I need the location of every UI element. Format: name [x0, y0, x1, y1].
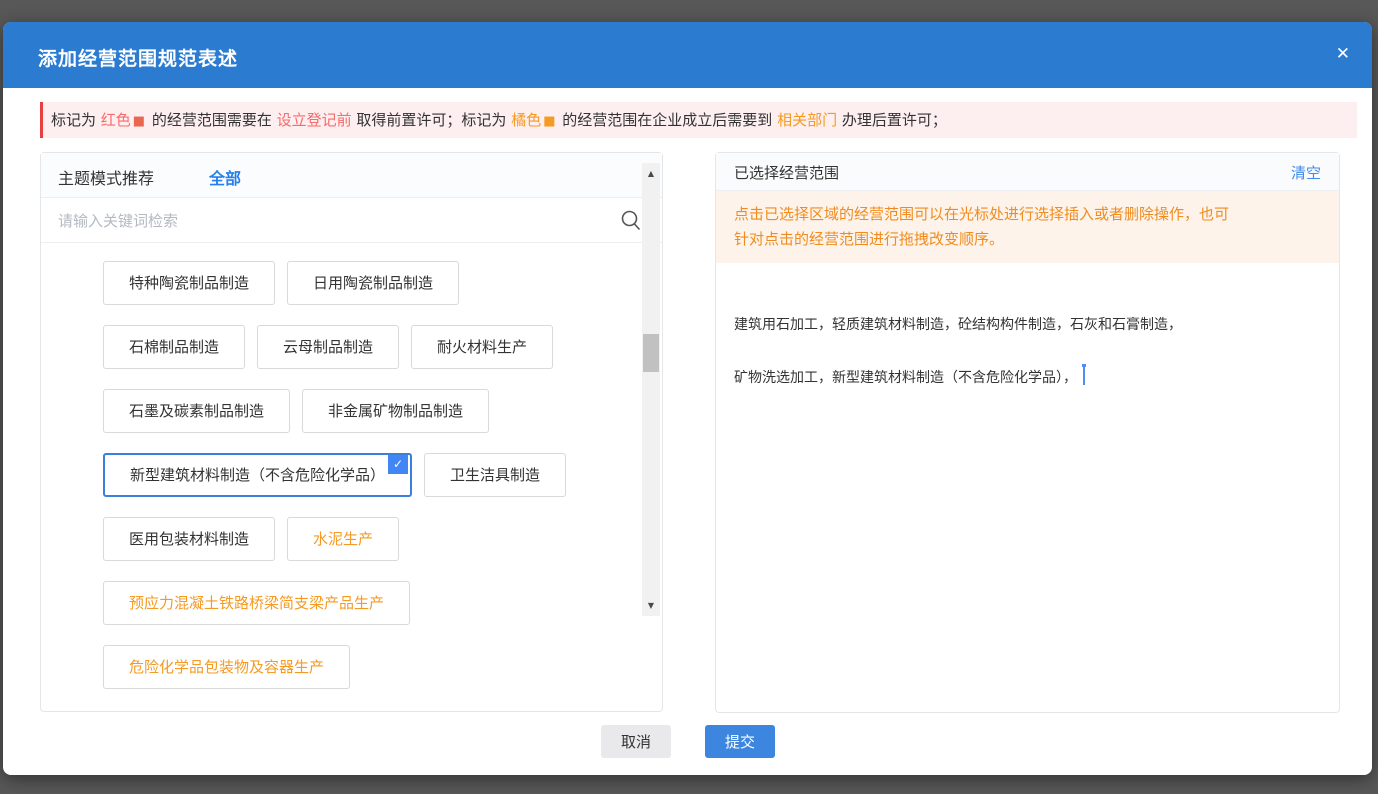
scope-tag-post-permit[interactable]: 危险化学品包装物及容器生产: [103, 645, 350, 689]
dialog-title: 添加经营范围规范表述: [38, 44, 238, 71]
pre-permit-label: 设立登记前: [277, 111, 352, 129]
scope-tag[interactable]: 医用包装材料制造: [103, 517, 275, 561]
selected-scope-line[interactable]: 矿物洗选加工，新型建筑材料制造（不含危险化学品），: [734, 367, 1321, 388]
scope-tag[interactable]: 石墨及碳素制品制造: [103, 389, 290, 433]
add-business-scope-dialog: 添加经营范围规范表述 ✕ 标记为 红色■ 的经营范围需要在 设立登记前 取得前置…: [3, 22, 1372, 775]
orange-square-icon: ■: [541, 114, 557, 129]
scope-tag-label: 石墨及碳素制品制造: [129, 402, 264, 420]
catalog-tab-bar: 主题模式推荐 全部: [41, 153, 662, 198]
cancel-button[interactable]: 取消: [601, 725, 671, 758]
scope-tag[interactable]: 非金属矿物制品制造: [302, 389, 489, 433]
tab-theme-mode[interactable]: 主题模式推荐: [58, 165, 154, 189]
tag-row: 特种陶瓷制品制造 日用陶瓷制品制造: [103, 261, 632, 305]
dialog-header: 添加经营范围规范表述 ✕: [3, 22, 1372, 88]
tab-all[interactable]: 全部: [209, 165, 241, 189]
scope-tag-label: 非金属矿物制品制造: [328, 402, 463, 420]
keyword-search-row[interactable]: 请输入关键词检索: [41, 198, 662, 243]
scrollbar-thumb[interactable]: [643, 334, 659, 372]
left-panel-scrollbar[interactable]: ▲ ▼: [642, 163, 660, 616]
scope-tag-label: 医用包装材料制造: [129, 530, 249, 548]
selected-scope-text[interactable]: 建筑用石加工，轻质建筑材料制造，砼结构构件制造，石灰和石膏制造，: [734, 317, 1182, 333]
scope-tag[interactable]: 卫生洁具制造: [424, 453, 566, 497]
tag-row: 医用包装材料制造 水泥生产: [103, 517, 632, 561]
tag-row: 石棉制品制造 云母制品制造 耐火材料生产: [103, 325, 632, 369]
scope-tag-label: 特种陶瓷制品制造: [129, 274, 249, 292]
checkbox-checked-icon: ✓: [388, 455, 408, 474]
scope-tag[interactable]: 日用陶瓷制品制造: [287, 261, 459, 305]
submit-button[interactable]: 提交: [705, 725, 775, 758]
scope-tag-label: 新型建筑材料制造（不含危险化学品）: [130, 466, 385, 484]
selected-scope-text-area[interactable]: 建筑用石加工，轻质建筑材料制造，砼结构构件制造，石灰和石膏制造， 矿物洗选加工，…: [716, 263, 1339, 388]
scope-tag-label: 耐火材料生产: [437, 338, 527, 356]
notice-text: 办理后置许可；: [837, 111, 947, 129]
screen-background: 添加经营范围规范表述 ✕ 标记为 红色■ 的经营范围需要在 设立登记前 取得前置…: [0, 0, 1378, 794]
scope-tag[interactable]: 云母制品制造: [257, 325, 399, 369]
hint-line: 针对点击的经营范围进行拖拽改变顺序。: [734, 227, 1321, 252]
close-icon[interactable]: ✕: [1336, 44, 1350, 64]
scope-tag[interactable]: 石棉制品制造: [103, 325, 245, 369]
selected-scope-line[interactable]: 建筑用石加工，轻质建筑材料制造，砼结构构件制造，石灰和石膏制造，: [734, 315, 1321, 335]
search-input[interactable]: 请输入关键词检索: [58, 210, 178, 231]
notice-text: 标记为: [51, 111, 101, 129]
scope-tag[interactable]: 特种陶瓷制品制造: [103, 261, 275, 305]
selected-scope-text[interactable]: 矿物洗选加工，新型建筑材料制造（不含危险化学品），: [734, 370, 1077, 386]
tag-row: 预应力混凝土铁路桥梁简支梁产品生产: [103, 581, 632, 625]
red-square-icon: ■: [131, 114, 147, 129]
selected-panel-title: 已选择经营范围: [734, 162, 839, 183]
tag-row: 新型建筑材料制造（不含危险化学品）✓ 卫生洁具制造: [103, 453, 632, 497]
notice-text: 的经营范围需要在: [147, 111, 277, 129]
tag-row: 危险化学品包装物及容器生产: [103, 645, 632, 689]
hint-line: 点击已选择区域的经营范围可以在光标处进行选择插入或者删除操作，也可: [734, 202, 1321, 227]
scope-tag-label: 卫生洁具制造: [450, 466, 540, 484]
scope-tag[interactable]: 耐火材料生产: [411, 325, 553, 369]
permit-legend-bar: 标记为 红色■ 的经营范围需要在 设立登记前 取得前置许可；标记为 橘色■ 的经…: [40, 102, 1357, 138]
scope-tag-label: 石棉制品制造: [129, 338, 219, 356]
selected-scope-panel: 已选择经营范围 清空 点击已选择区域的经营范围可以在光标处进行选择插入或者删除操…: [715, 152, 1340, 713]
scope-tag-label: 日用陶瓷制品制造: [313, 274, 433, 292]
scope-tag-label: 云母制品制造: [283, 338, 373, 356]
scroll-down-icon[interactable]: ▼: [642, 601, 660, 610]
related-dept-label: 相关部门: [777, 111, 837, 129]
notice-text: 取得前置许可；标记为: [352, 111, 512, 129]
scope-tag-selected[interactable]: 新型建筑材料制造（不含危险化学品）✓: [103, 453, 412, 497]
clear-all-link[interactable]: 清空: [1291, 162, 1321, 183]
scope-tag-label: 预应力混凝土铁路桥梁简支梁产品生产: [129, 594, 384, 612]
text-caret: [1083, 367, 1085, 385]
scope-tag-post-permit[interactable]: 水泥生产: [287, 517, 399, 561]
scope-tag-post-permit[interactable]: 预应力混凝土铁路桥梁简支梁产品生产: [103, 581, 410, 625]
drag-hint-notice: 点击已选择区域的经营范围可以在光标处进行选择插入或者删除操作，也可 针对点击的经…: [716, 191, 1339, 263]
scope-tag-list: 特种陶瓷制品制造 日用陶瓷制品制造 石棉制品制造 云母制品制造 耐火材料生产 石…: [41, 243, 662, 710]
scroll-up-icon[interactable]: ▲: [642, 169, 660, 178]
notice-text: 的经营范围在企业成立后需要到: [558, 111, 778, 129]
scope-catalog-panel: 主题模式推荐 全部 请输入关键词检索 特种陶瓷制品制造 日用陶瓷制品制造 石棉制…: [40, 152, 663, 712]
orange-color-label: 橘色: [511, 111, 541, 129]
red-color-label: 红色: [101, 111, 131, 129]
search-icon: [620, 209, 642, 231]
selected-panel-header: 已选择经营范围 清空: [716, 153, 1339, 191]
tag-row: 石墨及碳素制品制造 非金属矿物制品制造: [103, 389, 632, 433]
scope-tag-label: 水泥生产: [313, 530, 373, 548]
scope-tag-label: 危险化学品包装物及容器生产: [129, 658, 324, 676]
